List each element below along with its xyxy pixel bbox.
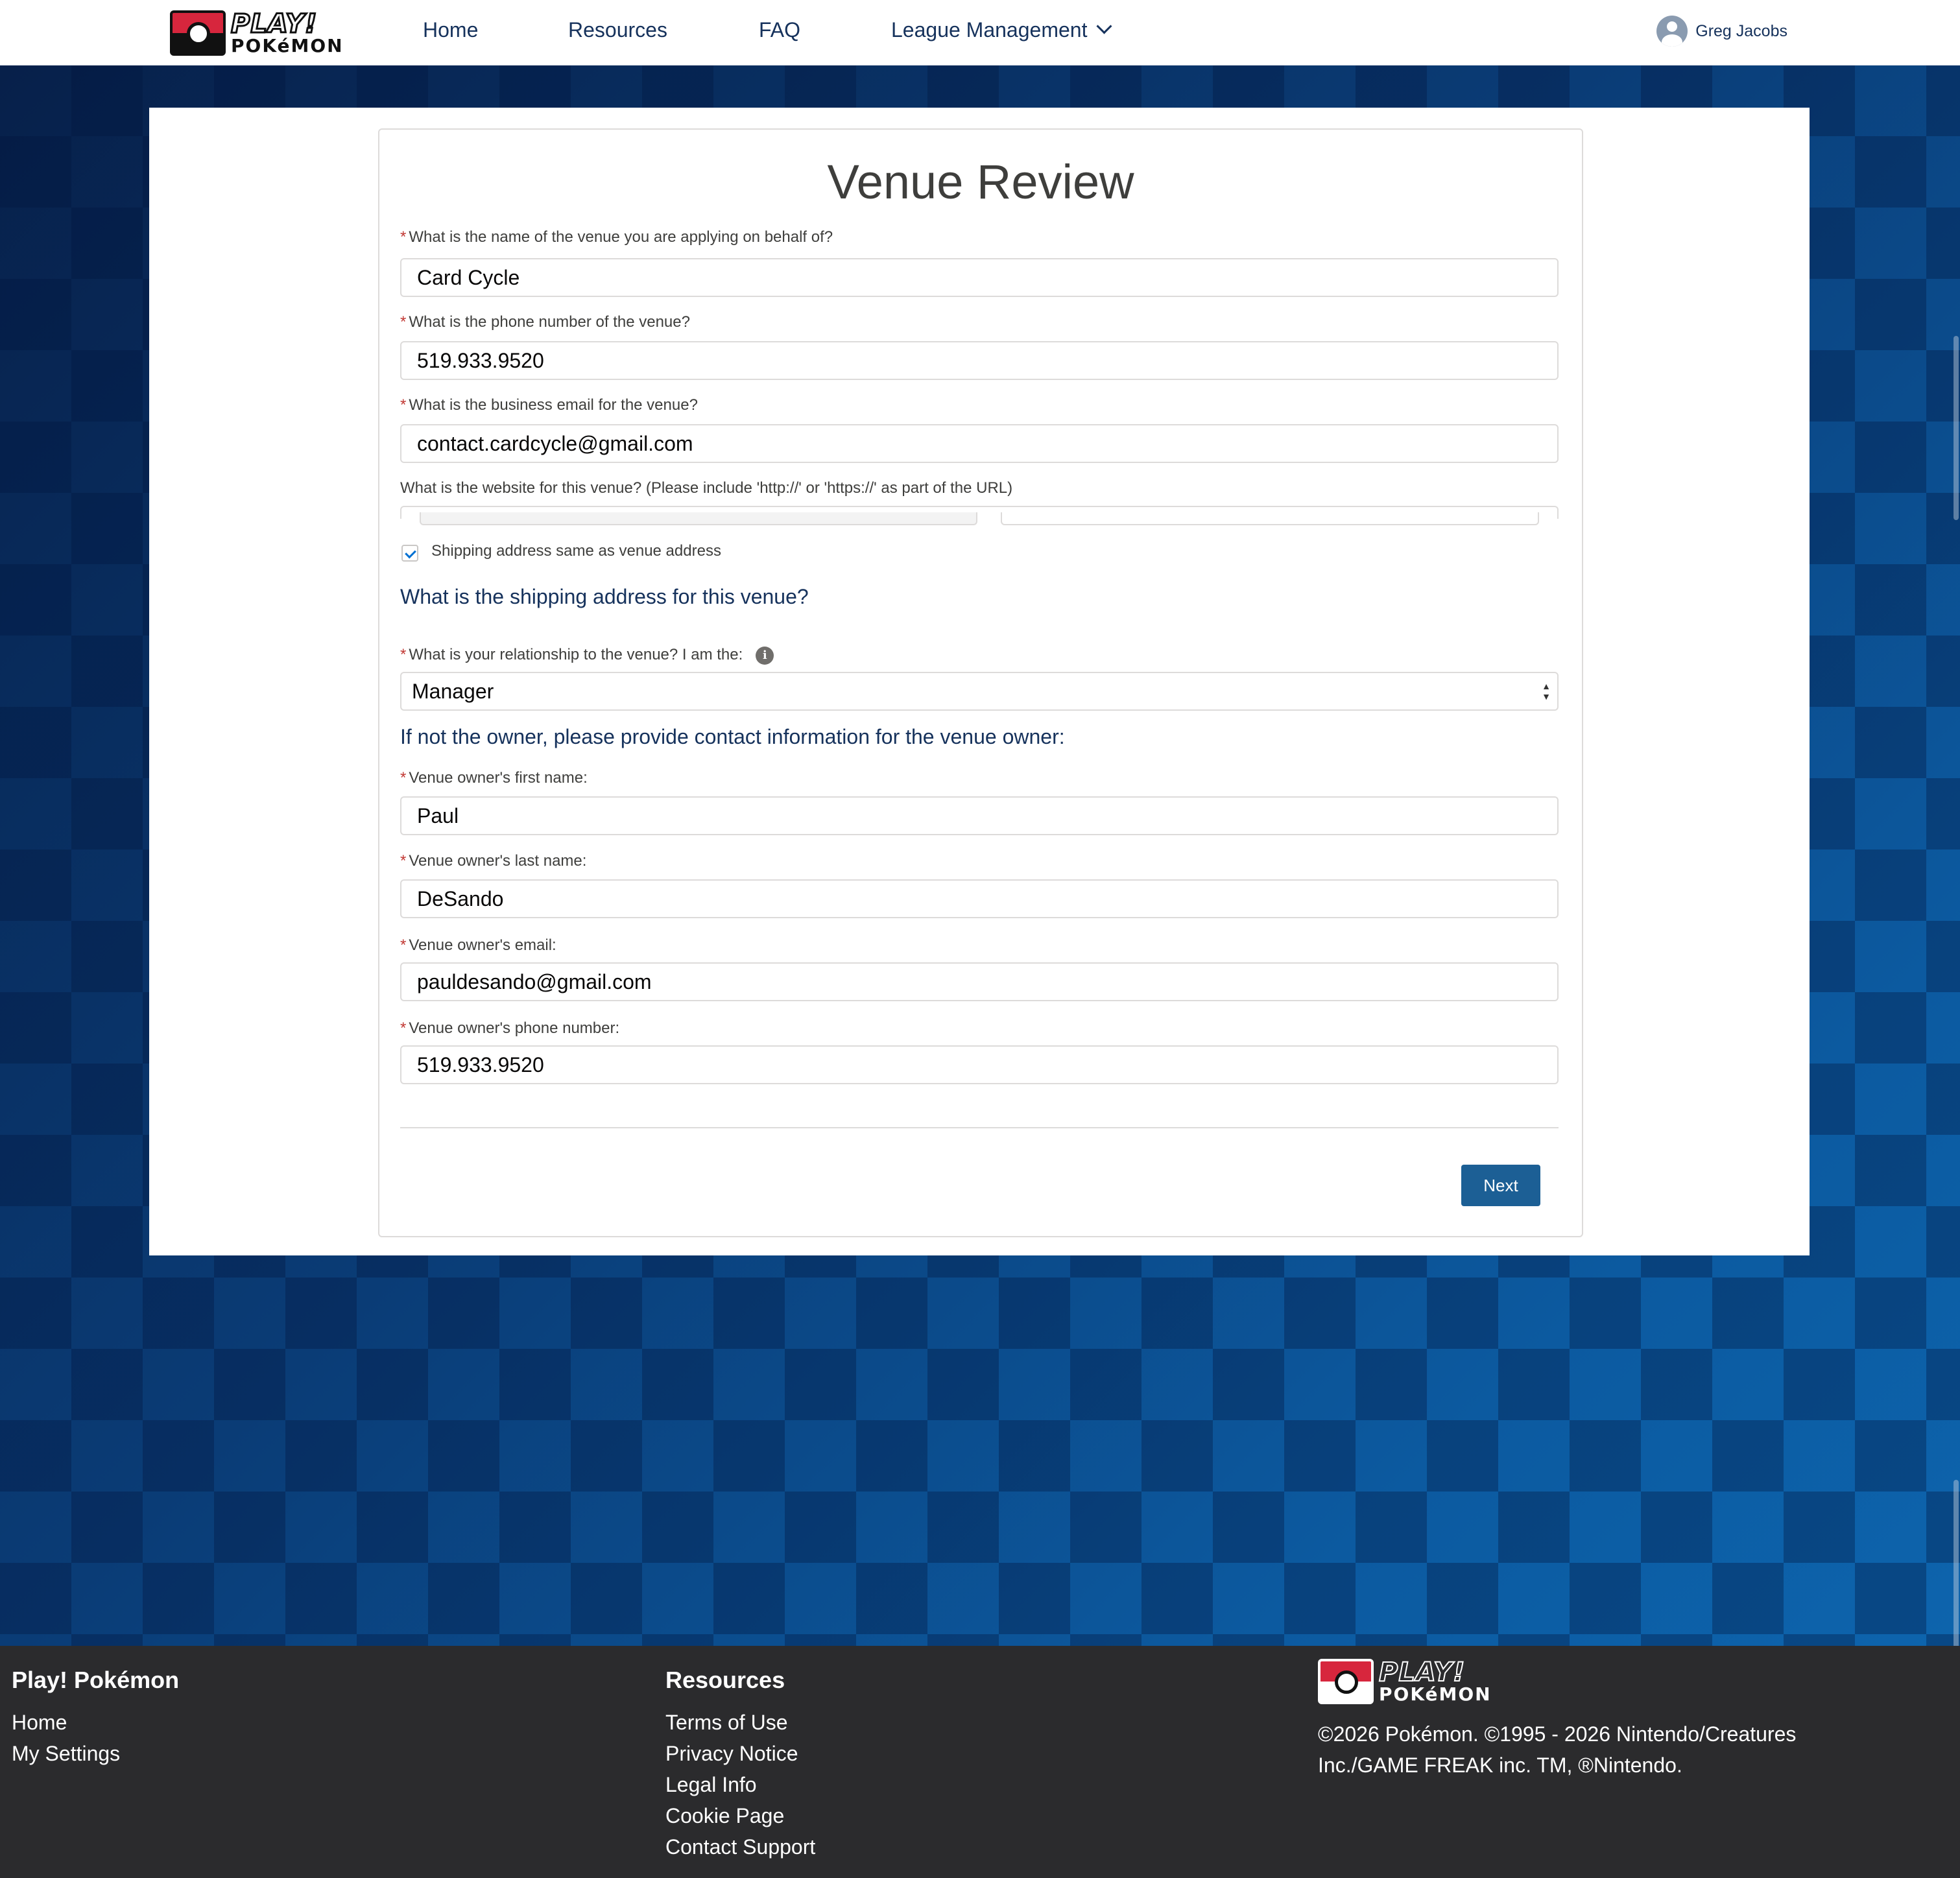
venue-email-label: * What is the business email for the venu… bbox=[400, 396, 698, 414]
footer-resources-title: Resources bbox=[665, 1667, 785, 1693]
required-mark: * bbox=[400, 313, 407, 331]
address-autocomplete-field[interactable] bbox=[420, 512, 977, 525]
owner-last-name-input[interactable]: DeSando bbox=[400, 879, 1559, 918]
select-updown-icon: ▲ ▼ bbox=[1542, 681, 1551, 702]
page-scrollbar-upper[interactable] bbox=[1954, 336, 1959, 520]
shipping-address-heading: What is the shipping address for this ve… bbox=[400, 585, 809, 608]
next-button[interactable]: Next bbox=[1461, 1165, 1540, 1206]
required-mark: * bbox=[400, 852, 407, 870]
footer-copyright: ©2026 Pokémon. ©1995 - 2026 Nintendo/Cre… bbox=[1318, 1722, 1797, 1777]
owner-phone-label: * Venue owner's phone number: bbox=[400, 1019, 620, 1037]
info-icon[interactable]: i bbox=[756, 646, 774, 665]
pokeball-logo-icon bbox=[170, 10, 226, 56]
owner-email-label: * Venue owner's email: bbox=[400, 936, 556, 954]
owner-phone-input[interactable]: 519.933.9520 bbox=[400, 1045, 1559, 1084]
relationship-select[interactable]: Manager ▲ ▼ bbox=[400, 672, 1559, 711]
footer-logo-text-pokemon: POKéMON bbox=[1379, 1683, 1492, 1705]
chevron-down-icon bbox=[1096, 18, 1112, 34]
owner-email-input[interactable]: pauldesando@gmail.com bbox=[400, 962, 1559, 1001]
footer-logo-text-play: PLAY! bbox=[1378, 1658, 1466, 1687]
venue-email-input[interactable]: contact.cardcycle@gmail.com bbox=[400, 424, 1559, 463]
user-menu[interactable]: Greg Jacobs bbox=[1656, 16, 1787, 47]
pokeball-logo-icon bbox=[1318, 1659, 1374, 1704]
owner-last-name-label: * Venue owner's last name: bbox=[400, 852, 587, 870]
venue-name-input[interactable]: Card Cycle bbox=[400, 258, 1559, 297]
required-mark: * bbox=[400, 396, 407, 414]
shipping-same-label: Shipping address same as venue address bbox=[431, 542, 721, 560]
footer-link-privacy[interactable]: Privacy Notice bbox=[665, 1742, 798, 1766]
logo-text-play: PLAY! bbox=[230, 9, 318, 39]
website-label: What is the website for this venue? (Ple… bbox=[400, 479, 1013, 497]
owner-first-name-input[interactable]: Paul bbox=[400, 796, 1559, 835]
footer: Play! Pokémon Home My Settings Resources… bbox=[0, 1646, 1960, 1878]
user-name: Greg Jacobs bbox=[1695, 21, 1787, 40]
logo-text-pokemon: POKéMON bbox=[231, 35, 344, 56]
venue-phone-label: * What is the phone number of the venue? bbox=[400, 313, 690, 331]
nav-resources[interactable]: Resources bbox=[568, 18, 667, 42]
footer-link-legal[interactable]: Legal Info bbox=[665, 1773, 757, 1797]
relationship-label: * What is your relationship to the venue?… bbox=[400, 646, 774, 665]
play-pokemon-logo[interactable]: PLAY! POKéMON bbox=[170, 10, 344, 56]
required-mark: * bbox=[400, 646, 407, 663]
venue-phone-input[interactable]: 519.933.9520 bbox=[400, 341, 1559, 380]
required-mark: * bbox=[400, 936, 407, 954]
required-mark: * bbox=[400, 228, 407, 246]
user-avatar-icon bbox=[1656, 16, 1688, 47]
footer-play-pokemon-title: Play! Pokémon bbox=[12, 1667, 180, 1693]
footer-link-cookie[interactable]: Cookie Page bbox=[665, 1804, 784, 1828]
nav-league-management[interactable]: League Management bbox=[891, 18, 1112, 42]
footer-play-pokemon-logo: PLAY! POKéMON bbox=[1318, 1659, 1492, 1704]
nav-faq[interactable]: FAQ bbox=[759, 18, 800, 42]
required-mark: * bbox=[400, 1019, 407, 1037]
relationship-selected-value: Manager bbox=[412, 680, 494, 703]
footer-link-home[interactable]: Home bbox=[12, 1711, 67, 1735]
footer-link-terms[interactable]: Terms of Use bbox=[665, 1711, 787, 1735]
footer-link-contact-support[interactable]: Contact Support bbox=[665, 1835, 815, 1859]
required-mark: * bbox=[400, 769, 407, 787]
form-divider bbox=[400, 1127, 1559, 1128]
page-title: Venue Review bbox=[827, 155, 1134, 209]
address-secondary-field[interactable] bbox=[1001, 512, 1539, 525]
nav-league-management-label: League Management bbox=[891, 18, 1088, 42]
owner-contact-heading: If not the owner, please provide contact… bbox=[400, 725, 1065, 748]
nav-home[interactable]: Home bbox=[423, 18, 478, 42]
footer-link-my-settings[interactable]: My Settings bbox=[12, 1742, 120, 1766]
top-nav-bar: PLAY! POKéMON Home Resources FAQ League … bbox=[0, 0, 1960, 65]
venue-name-label: * What is the name of the venue you are a… bbox=[400, 228, 833, 246]
owner-first-name-label: * Venue owner's first name: bbox=[400, 769, 588, 787]
venue-review-card: Venue Review * What is the name of the ve… bbox=[378, 128, 1583, 1237]
checkmark-icon bbox=[405, 547, 416, 559]
shipping-same-checkbox[interactable] bbox=[401, 545, 418, 562]
